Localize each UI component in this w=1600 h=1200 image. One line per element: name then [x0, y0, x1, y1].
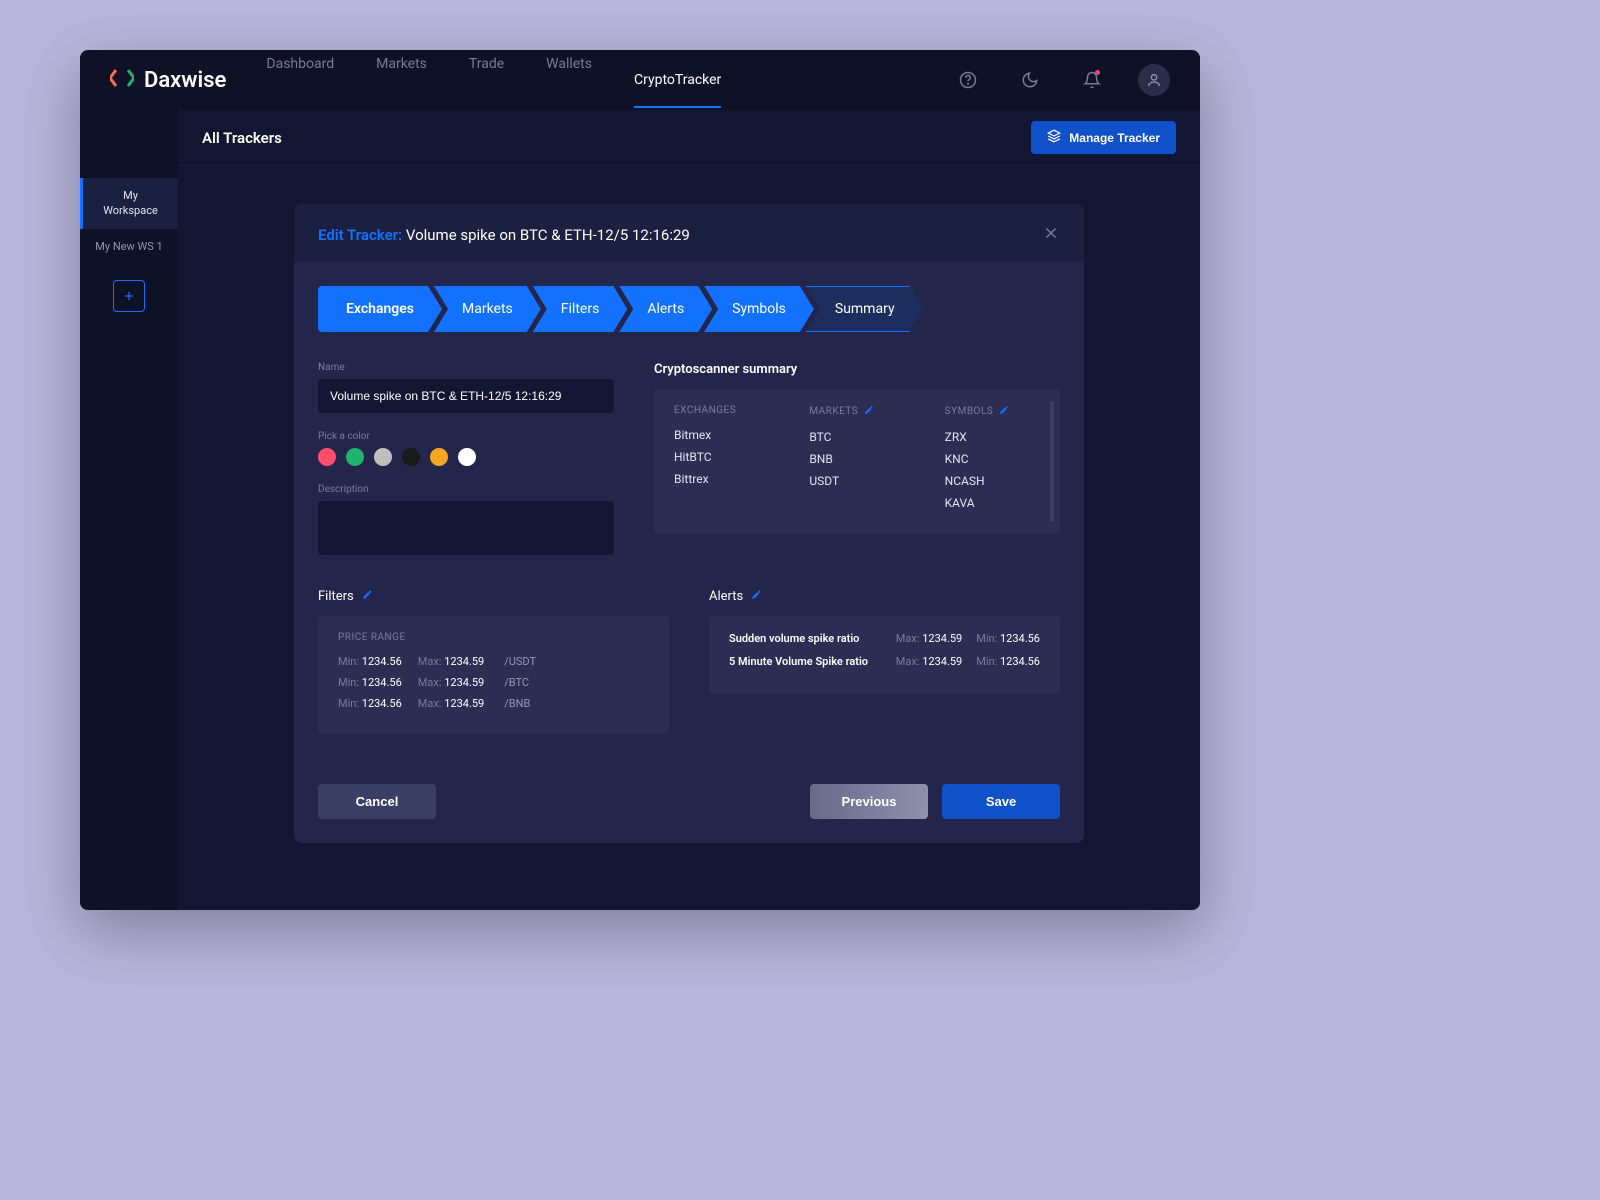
color-swatch-3[interactable] [402, 448, 420, 466]
color-swatch-5[interactable] [458, 448, 476, 466]
modal-footer: Cancel Previous Save [318, 784, 1060, 819]
symbols-head: SYMBOLS [945, 405, 1040, 418]
color-swatch-0[interactable] [318, 448, 336, 466]
exchange-item: Bitmex [674, 428, 769, 442]
modal-title: Edit Tracker: Volume spike on BTC & ETH-… [318, 226, 690, 244]
top-nav: Dashboard Markets Trade Wallets CryptoTr… [266, 52, 952, 108]
summary-exchanges: EXCHANGES Bitmex HitBTC Bittrex [674, 405, 769, 518]
close-icon[interactable] [1042, 224, 1060, 246]
market-item: USDT [809, 474, 904, 488]
alert-row: Sudden volume spike ratio Max: 1234.59 M… [729, 632, 1040, 645]
symbol-item: KNC [945, 452, 1040, 466]
edit-tracker-modal: Edit Tracker: Volume spike on BTC & ETH-… [294, 204, 1084, 843]
desc-label: Description [318, 484, 614, 495]
pencil-icon[interactable] [999, 405, 1009, 418]
workspace-item-0[interactable]: My Workspace [80, 178, 178, 229]
layers-icon [1047, 129, 1061, 146]
app-window: Daxwise Dashboard Markets Trade Wallets … [80, 50, 1200, 910]
sidebar: My Workspace My New WS 1 [80, 110, 178, 910]
alerts-box: Sudden volume spike ratio Max: 1234.59 M… [709, 616, 1060, 694]
exchanges-head: EXCHANGES [674, 405, 769, 416]
color-swatch-2[interactable] [374, 448, 392, 466]
theme-icon[interactable] [1014, 64, 1046, 96]
filters-box: PRICE RANGE Min: 1234.56 Max: 1234.59 /U… [318, 616, 669, 734]
logo: Daxwise [110, 66, 226, 94]
logo-icon [110, 66, 134, 94]
manage-tracker-label: Manage Tracker [1069, 131, 1160, 145]
step-filters[interactable]: Filters [533, 286, 628, 332]
pencil-icon[interactable] [751, 589, 762, 604]
form-row-lower: Filters PRICE RANGE Min: 1234.56 Max: 12… [318, 589, 1060, 734]
symbol-item: NCASH [945, 474, 1040, 488]
previous-button[interactable]: Previous [810, 784, 928, 819]
modal-title-name: Volume spike on BTC & ETH-12/5 12:16:29 [406, 226, 690, 244]
nav-dashboard[interactable]: Dashboard [266, 52, 334, 108]
alerts-title: Alerts [709, 589, 1060, 604]
modal-body: Exchanges Markets Filters Alerts Symbols… [294, 262, 1084, 843]
alerts-section: Alerts Sudden volume spike ratio Max: 12… [709, 589, 1060, 734]
logo-text: Daxwise [144, 68, 226, 93]
summary-title: Cryptoscanner summary [654, 362, 1060, 377]
step-alerts[interactable]: Alerts [619, 286, 712, 332]
main: All Trackers Manage Tracker Edit Tracker… [178, 110, 1200, 910]
step-exchanges[interactable]: Exchanges [318, 286, 442, 332]
step-symbols[interactable]: Symbols [704, 286, 814, 332]
exchange-item: HitBTC [674, 450, 769, 464]
add-workspace-button[interactable] [113, 280, 145, 312]
exchange-item: Bittrex [674, 472, 769, 486]
color-picker [318, 448, 614, 466]
nav-cryptotracker[interactable]: CryptoTracker [634, 68, 721, 108]
step-breadcrumb: Exchanges Markets Filters Alerts Symbols… [318, 286, 1060, 332]
save-button[interactable]: Save [942, 784, 1060, 819]
name-input[interactable] [318, 379, 614, 413]
cancel-button[interactable]: Cancel [318, 784, 436, 819]
market-item: BNB [809, 452, 904, 466]
pencil-icon[interactable] [864, 405, 874, 418]
price-row: Min: 1234.56 Max: 1234.59 /BTC [338, 676, 649, 689]
step-summary[interactable]: Summary [806, 286, 924, 332]
nav-trade[interactable]: Trade [469, 52, 504, 108]
pencil-icon[interactable] [362, 589, 373, 604]
summary-markets: MARKETS BTC BNB USDT [809, 405, 904, 518]
step-markets[interactable]: Markets [434, 286, 541, 332]
filters-section: Filters PRICE RANGE Min: 1234.56 Max: 12… [318, 589, 669, 734]
page-title: All Trackers [202, 129, 282, 147]
summary-cols: EXCHANGES Bitmex HitBTC Bittrex MARKETS … [674, 405, 1040, 518]
topbar-actions [952, 64, 1170, 96]
price-row: Min: 1234.56 Max: 1234.59 /BNB [338, 697, 649, 710]
price-row: Min: 1234.56 Max: 1234.59 /USDT [338, 655, 649, 668]
description-input[interactable] [318, 501, 614, 555]
footer-right: Previous Save [810, 784, 1060, 819]
alert-row: 5 Minute Volume Spike ratio Max: 1234.59… [729, 655, 1040, 668]
filters-title: Filters [318, 589, 669, 604]
nav-wallets[interactable]: Wallets [546, 52, 592, 108]
help-icon[interactable] [952, 64, 984, 96]
form-left: Name Pick a color [318, 362, 614, 559]
summary-box: EXCHANGES Bitmex HitBTC Bittrex MARKETS … [654, 389, 1060, 534]
topbar: Daxwise Dashboard Markets Trade Wallets … [80, 50, 1200, 110]
nav-markets[interactable]: Markets [376, 52, 427, 108]
symbol-item: KAVA [945, 496, 1040, 510]
price-range-head: PRICE RANGE [338, 632, 649, 643]
form-right: Cryptoscanner summary EXCHANGES Bitmex H… [654, 362, 1060, 559]
form-row-upper: Name Pick a color [318, 362, 1060, 559]
manage-tracker-button[interactable]: Manage Tracker [1031, 121, 1176, 154]
avatar-button[interactable] [1138, 64, 1170, 96]
color-label: Pick a color [318, 431, 614, 442]
modal-title-prefix: Edit Tracker: [318, 226, 402, 244]
notification-icon[interactable] [1076, 64, 1108, 96]
notification-dot [1095, 70, 1100, 75]
symbol-item: ZRX [945, 430, 1040, 444]
name-label: Name [318, 362, 614, 373]
color-swatch-4[interactable] [430, 448, 448, 466]
summary-symbols: SYMBOLS ZRX KNC NCASH KAVA [945, 405, 1040, 518]
modal-header: Edit Tracker: Volume spike on BTC & ETH-… [294, 204, 1084, 262]
workspace-item-1[interactable]: My New WS 1 [80, 229, 178, 264]
modal-container: Edit Tracker: Volume spike on BTC & ETH-… [178, 166, 1200, 910]
subheader: All Trackers Manage Tracker [178, 110, 1200, 166]
color-swatch-1[interactable] [346, 448, 364, 466]
body: My Workspace My New WS 1 All Trackers Ma… [80, 110, 1200, 910]
markets-head: MARKETS [809, 405, 904, 418]
market-item: BTC [809, 430, 904, 444]
